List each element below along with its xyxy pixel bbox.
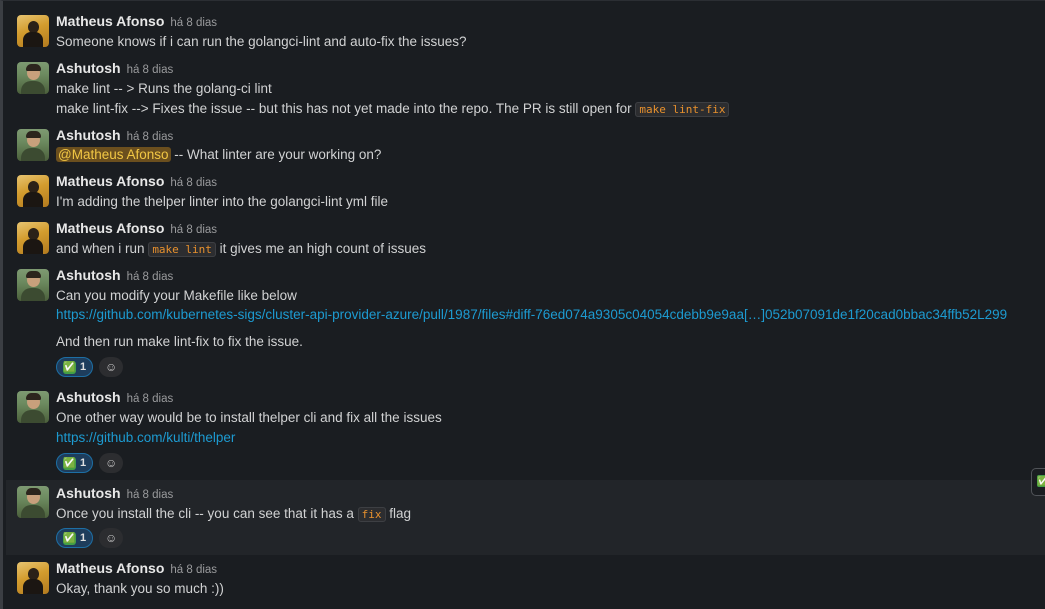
message-list: Matheus Afonso há 8 dias Someone knows if…	[0, 0, 1045, 609]
message-text: make lint -- > Runs the golang-ci lint	[56, 81, 272, 96]
quick-reaction-button[interactable]: ✅	[1031, 468, 1045, 496]
message-text: One other way would be to install thelpe…	[56, 410, 442, 425]
reaction-check[interactable]: ✅ 1	[56, 357, 94, 377]
author-name[interactable]: Ashutosh	[56, 127, 121, 143]
reaction-check[interactable]: ✅ 1	[56, 453, 94, 473]
author-name[interactable]: Matheus Afonso	[56, 220, 164, 236]
message-text-segment: and when i run	[56, 241, 149, 256]
timestamp[interactable]: há 8 dias	[170, 564, 217, 576]
message: Ashutosh há 8 dias make lint -- > Runs th…	[6, 60, 1045, 120]
message: Matheus Afonso há 8 dias and when i run m…	[6, 220, 1045, 260]
author-name[interactable]: Ashutosh	[56, 389, 121, 405]
message-text: Once you install the cli -- you can see …	[56, 506, 412, 522]
message: Matheus Afonso há 8 dias Okay, thank you …	[6, 560, 1045, 604]
timestamp[interactable]: há 8 dias	[170, 224, 217, 236]
add-reaction-icon: ☺	[104, 360, 118, 374]
timestamp[interactable]: há 8 dias	[127, 271, 174, 283]
message-header: Matheus Afonso há 8 dias	[56, 173, 217, 189]
add-reaction-button[interactable]: ☺	[99, 357, 124, 377]
avatar[interactable]	[17, 175, 49, 207]
message-link[interactable]: https://github.com/kubernetes-sigs/clust…	[56, 307, 1007, 322]
message-header: Matheus Afonso há 8 dias	[56, 220, 217, 236]
message: Matheus Afonso há 8 dias Someone knows if…	[6, 13, 1045, 53]
message-header: Ashutosh há 8 dias	[56, 389, 173, 405]
reaction-count: 1	[80, 457, 87, 469]
author-name[interactable]: Matheus Afonso	[56, 13, 164, 29]
check-mark-icon: ✅	[63, 360, 76, 374]
reaction-count: 1	[80, 532, 87, 544]
author-name[interactable]: Ashutosh	[56, 267, 121, 283]
message-header: Ashutosh há 8 dias	[56, 127, 173, 143]
inline-code: make lint-fix	[635, 102, 730, 117]
message: Ashutosh há 8 dias @Matheus Afonso -- Wha…	[6, 127, 1045, 167]
message: Ashutosh há 8 dias One other way would be…	[6, 389, 1045, 477]
user-mention[interactable]: @Matheus Afonso	[56, 147, 171, 162]
author-name[interactable]: Matheus Afonso	[56, 560, 164, 576]
avatar[interactable]	[17, 129, 49, 161]
avatar[interactable]	[17, 486, 49, 518]
reaction-check[interactable]: ✅ 1	[56, 528, 94, 548]
message-header: Ashutosh há 8 dias	[56, 267, 173, 283]
message-text: And then run make lint-fix to fix the is…	[56, 334, 303, 349]
message: Ashutosh há 8 dias Can you modify your Ma…	[6, 267, 1045, 379]
message-header: Ashutosh há 8 dias	[56, 60, 173, 76]
message: Ashutosh há 8 dias Once you install the c…	[6, 480, 1045, 555]
add-reaction-button[interactable]: ☺	[99, 453, 124, 473]
message-text-segment: it gives me an high count of issues	[215, 241, 427, 256]
message-text-segment: make lint-fix --> Fixes the issue -- but…	[56, 101, 636, 116]
reaction-bar: ✅ 1 ☺	[56, 528, 124, 548]
message-text-segment: Once you install the cli -- you can see …	[56, 506, 358, 521]
author-name[interactable]: Matheus Afonso	[56, 173, 164, 189]
message-text: @Matheus Afonso -- What linter are your …	[56, 147, 381, 162]
avatar[interactable]	[17, 269, 49, 301]
message-text: Someone knows if i can run the golangci-…	[56, 34, 467, 49]
avatar[interactable]	[17, 62, 49, 94]
message-text: make lint-fix --> Fixes the issue -- but…	[56, 101, 730, 117]
message-header: Matheus Afonso há 8 dias	[56, 560, 217, 576]
inline-code: make lint	[148, 242, 216, 257]
avatar[interactable]	[17, 562, 49, 594]
message-text: Okay, thank you so much :))	[56, 581, 224, 596]
timestamp[interactable]: há 8 dias	[170, 177, 217, 189]
avatar[interactable]	[17, 222, 49, 254]
check-mark-icon: ✅	[63, 531, 76, 545]
inline-code: fix	[357, 507, 386, 522]
message-link[interactable]: https://github.com/kulti/thelper	[56, 430, 235, 445]
message-text: I'm adding the thelper linter into the g…	[56, 194, 389, 209]
message-text-segment: -- What linter are your working on?	[170, 147, 382, 162]
message-text: and when i run make lint it gives me an …	[56, 241, 427, 257]
add-reaction-button[interactable]: ☺	[99, 528, 124, 548]
reaction-count: 1	[80, 361, 87, 373]
timestamp[interactable]: há 8 dias	[170, 17, 217, 29]
add-reaction-icon: ☺	[104, 456, 118, 470]
avatar[interactable]	[17, 391, 49, 423]
reaction-bar: ✅ 1 ☺	[56, 453, 124, 473]
avatar[interactable]	[17, 15, 49, 47]
message-header: Ashutosh há 8 dias	[56, 485, 173, 501]
author-name[interactable]: Ashutosh	[56, 60, 121, 76]
author-name[interactable]: Ashutosh	[56, 485, 121, 501]
check-mark-icon: ✅	[63, 456, 76, 470]
message-text-segment: flag	[385, 506, 412, 521]
timestamp[interactable]: há 8 dias	[127, 131, 174, 143]
timestamp[interactable]: há 8 dias	[127, 489, 174, 501]
add-reaction-icon: ☺	[104, 531, 118, 545]
message-header: Matheus Afonso há 8 dias	[56, 13, 217, 29]
timestamp[interactable]: há 8 dias	[127, 64, 174, 76]
timestamp[interactable]: há 8 dias	[127, 393, 174, 405]
reaction-bar: ✅ 1 ☺	[56, 357, 124, 377]
message-text: Can you modify your Makefile like below	[56, 288, 297, 303]
message: Matheus Afonso há 8 dias I'm adding the t…	[6, 173, 1045, 213]
check-mark-icon: ✅	[1037, 475, 1045, 487]
